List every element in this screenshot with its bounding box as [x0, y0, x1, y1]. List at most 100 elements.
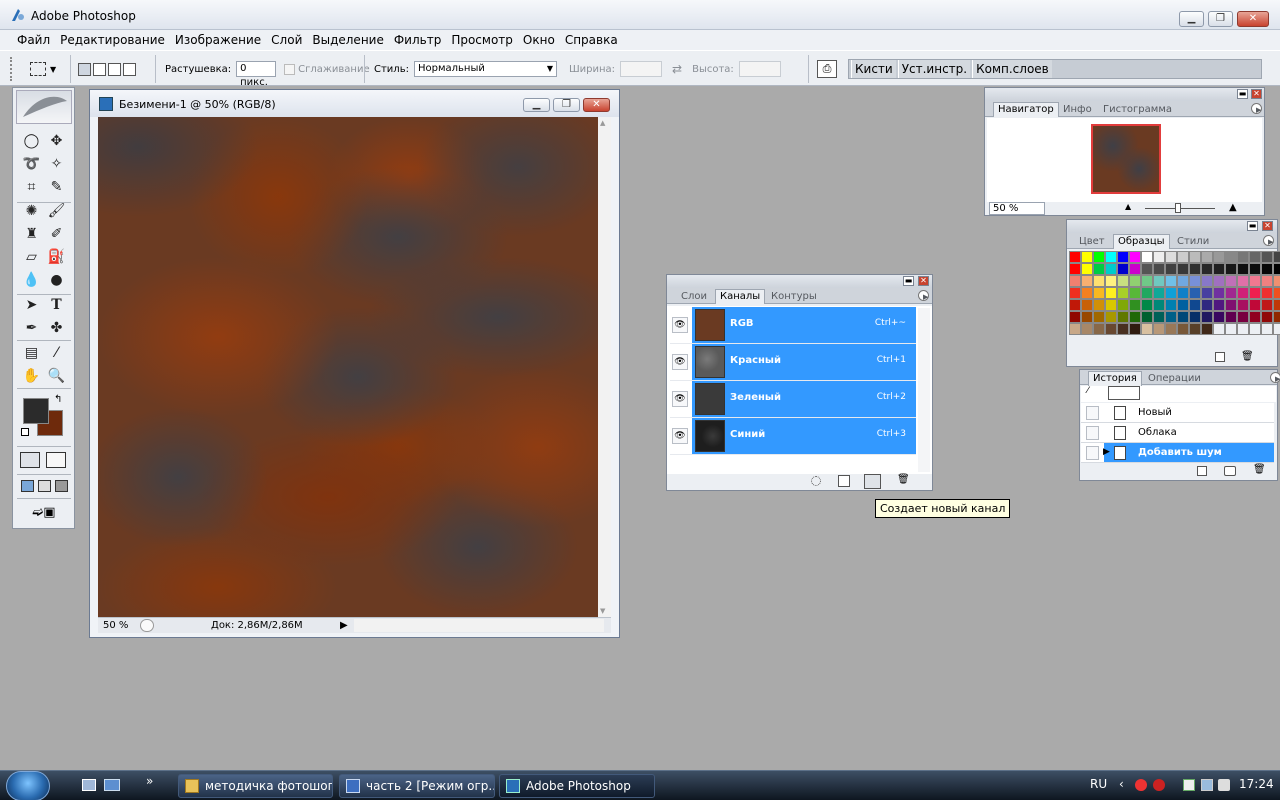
new-swatch-icon[interactable]	[1215, 352, 1225, 362]
paint-bucket-icon[interactable]: ⛽	[44, 246, 69, 268]
screen-mode-menu-icon[interactable]	[38, 480, 51, 492]
antialias-checkbox[interactable]	[284, 63, 296, 75]
color-swatch[interactable]	[1201, 287, 1213, 299]
add-selection-icon[interactable]	[93, 62, 106, 76]
color-swatch[interactable]	[1261, 299, 1273, 311]
color-swatch[interactable]	[1237, 311, 1249, 323]
history-source-checkbox[interactable]	[1086, 426, 1099, 440]
eyedropper-icon[interactable]: ⁄	[44, 342, 69, 364]
show-desktop-icon[interactable]	[82, 779, 96, 791]
jump-to-imageready-icon[interactable]: ➫▣	[21, 504, 67, 522]
color-swatch[interactable]	[1189, 275, 1201, 287]
color-swatch[interactable]	[1261, 323, 1273, 335]
tab-navigator[interactable]: Навигатор	[993, 102, 1059, 117]
tab-styles[interactable]: Стили	[1173, 235, 1213, 248]
save-selection-icon[interactable]	[838, 475, 850, 487]
tray-expand-icon[interactable]: ‹	[1119, 777, 1124, 791]
tab-actions[interactable]: Операции	[1144, 372, 1205, 385]
lasso-tool-icon[interactable]: ➰	[19, 153, 44, 175]
navigator-zoom-input[interactable]: 50 %	[989, 202, 1045, 215]
color-swatch[interactable]	[1225, 311, 1237, 323]
switch-windows-icon[interactable]	[104, 779, 120, 791]
hand-tool-icon[interactable]: ✋	[19, 365, 44, 387]
menu-image[interactable]: Изображение	[170, 30, 266, 50]
color-swatch[interactable]	[1117, 251, 1129, 263]
color-swatch[interactable]	[1081, 299, 1093, 311]
color-swatch[interactable]	[1213, 323, 1225, 335]
channel-row-rgb[interactable]: 👁 RGB Ctrl+~	[670, 307, 916, 344]
doc-minimize-button[interactable]: ▁	[523, 98, 550, 112]
taskbar-item-folder[interactable]: методичка фотошоп	[178, 774, 333, 798]
swap-icon[interactable]: ⇄	[672, 62, 682, 76]
color-swatch[interactable]	[1093, 275, 1105, 287]
channels-scrollbar[interactable]	[918, 308, 930, 472]
color-swatch[interactable]	[1237, 299, 1249, 311]
color-swatch[interactable]	[1201, 299, 1213, 311]
color-swatch[interactable]	[1177, 275, 1189, 287]
vertical-scrollbar[interactable]: ▲ ▼	[598, 117, 611, 617]
history-brush-source-icon[interactable]: ⁄	[1087, 386, 1089, 396]
trash-icon[interactable]: 🗑	[897, 474, 910, 485]
intersect-selection-icon[interactable]	[123, 62, 136, 76]
color-swatch[interactable]	[1129, 323, 1141, 335]
foreground-color-swatch[interactable]	[23, 398, 49, 424]
height-input[interactable]	[738, 61, 781, 77]
color-swatch[interactable]	[1213, 251, 1225, 263]
quick-mask-icon[interactable]	[46, 452, 66, 468]
color-swatch[interactable]	[1225, 263, 1237, 275]
color-swatch[interactable]	[1153, 299, 1165, 311]
color-swatch[interactable]	[1201, 275, 1213, 287]
trash-icon[interactable]: 🗑	[1241, 351, 1254, 362]
palette-title-bar[interactable]: ▬ ✕	[1067, 220, 1277, 233]
style-select[interactable]: Нормальный ▼	[413, 61, 557, 77]
menu-layer[interactable]: Слой	[266, 30, 307, 50]
menu-help[interactable]: Справка	[560, 30, 623, 50]
color-swatch[interactable]	[1165, 251, 1177, 263]
color-swatch[interactable]	[1237, 323, 1249, 335]
color-swatch[interactable]	[1153, 251, 1165, 263]
color-swatch[interactable]	[1237, 251, 1249, 263]
color-swatch[interactable]	[1141, 299, 1153, 311]
color-swatch[interactable]	[1225, 287, 1237, 299]
scroll-down-icon[interactable]: ▼	[600, 607, 605, 615]
color-swatch[interactable]	[1069, 275, 1081, 287]
palette-minimize-button[interactable]: ▬	[903, 276, 914, 286]
restore-button[interactable]: ❐	[1208, 11, 1233, 27]
color-swatch[interactable]	[1165, 323, 1177, 335]
color-swatch[interactable]	[1189, 323, 1201, 335]
taskbar-item-photoshop[interactable]: Adobe Photoshop	[499, 774, 655, 798]
color-swatch[interactable]	[1081, 287, 1093, 299]
channel-selection[interactable]: RGB Ctrl+~	[692, 307, 916, 343]
color-swatch[interactable]	[1201, 251, 1213, 263]
close-button[interactable]: ✕	[1237, 11, 1269, 27]
menu-file[interactable]: Файл	[12, 30, 55, 50]
doc-close-button[interactable]: ✕	[583, 98, 610, 112]
color-swatch[interactable]	[1141, 275, 1153, 287]
zoom-slider-thumb[interactable]	[1175, 203, 1181, 213]
channel-row-blue[interactable]: 👁 Синий Ctrl+3	[670, 418, 916, 455]
color-swatch[interactable]	[1117, 275, 1129, 287]
color-swatch[interactable]	[1153, 275, 1165, 287]
healing-brush-icon[interactable]: ✺	[19, 200, 44, 222]
channel-row-green[interactable]: 👁 Зеленый Ctrl+2	[670, 381, 916, 418]
palette-menu-icon[interactable]: ▶	[1270, 372, 1280, 383]
taskbar-item-word[interactable]: часть 2 [Режим огр...	[339, 774, 495, 798]
navigator-thumbnail[interactable]	[1091, 124, 1161, 194]
palette-title-bar[interactable]: ▬ ✕	[667, 275, 932, 288]
color-swatch[interactable]	[1273, 311, 1280, 323]
color-swatch[interactable]	[1093, 311, 1105, 323]
color-swatch[interactable]	[1249, 251, 1261, 263]
color-swatch[interactable]	[1261, 251, 1273, 263]
language-indicator[interactable]: RU	[1090, 777, 1107, 791]
color-swatch[interactable]	[1129, 311, 1141, 323]
crop-tool-icon[interactable]: ⌗	[19, 176, 44, 198]
status-info-icon[interactable]	[140, 619, 154, 632]
history-item[interactable]: Облака	[1081, 423, 1274, 443]
brush-tool-icon[interactable]: 🖌	[44, 200, 69, 222]
horizontal-scrollbar[interactable]	[354, 619, 604, 632]
standard-mode-icon[interactable]	[20, 452, 40, 468]
color-swatch[interactable]	[1189, 251, 1201, 263]
color-swatch[interactable]	[1129, 263, 1141, 275]
color-swatch[interactable]	[1069, 251, 1081, 263]
color-swatch[interactable]	[1141, 263, 1153, 275]
